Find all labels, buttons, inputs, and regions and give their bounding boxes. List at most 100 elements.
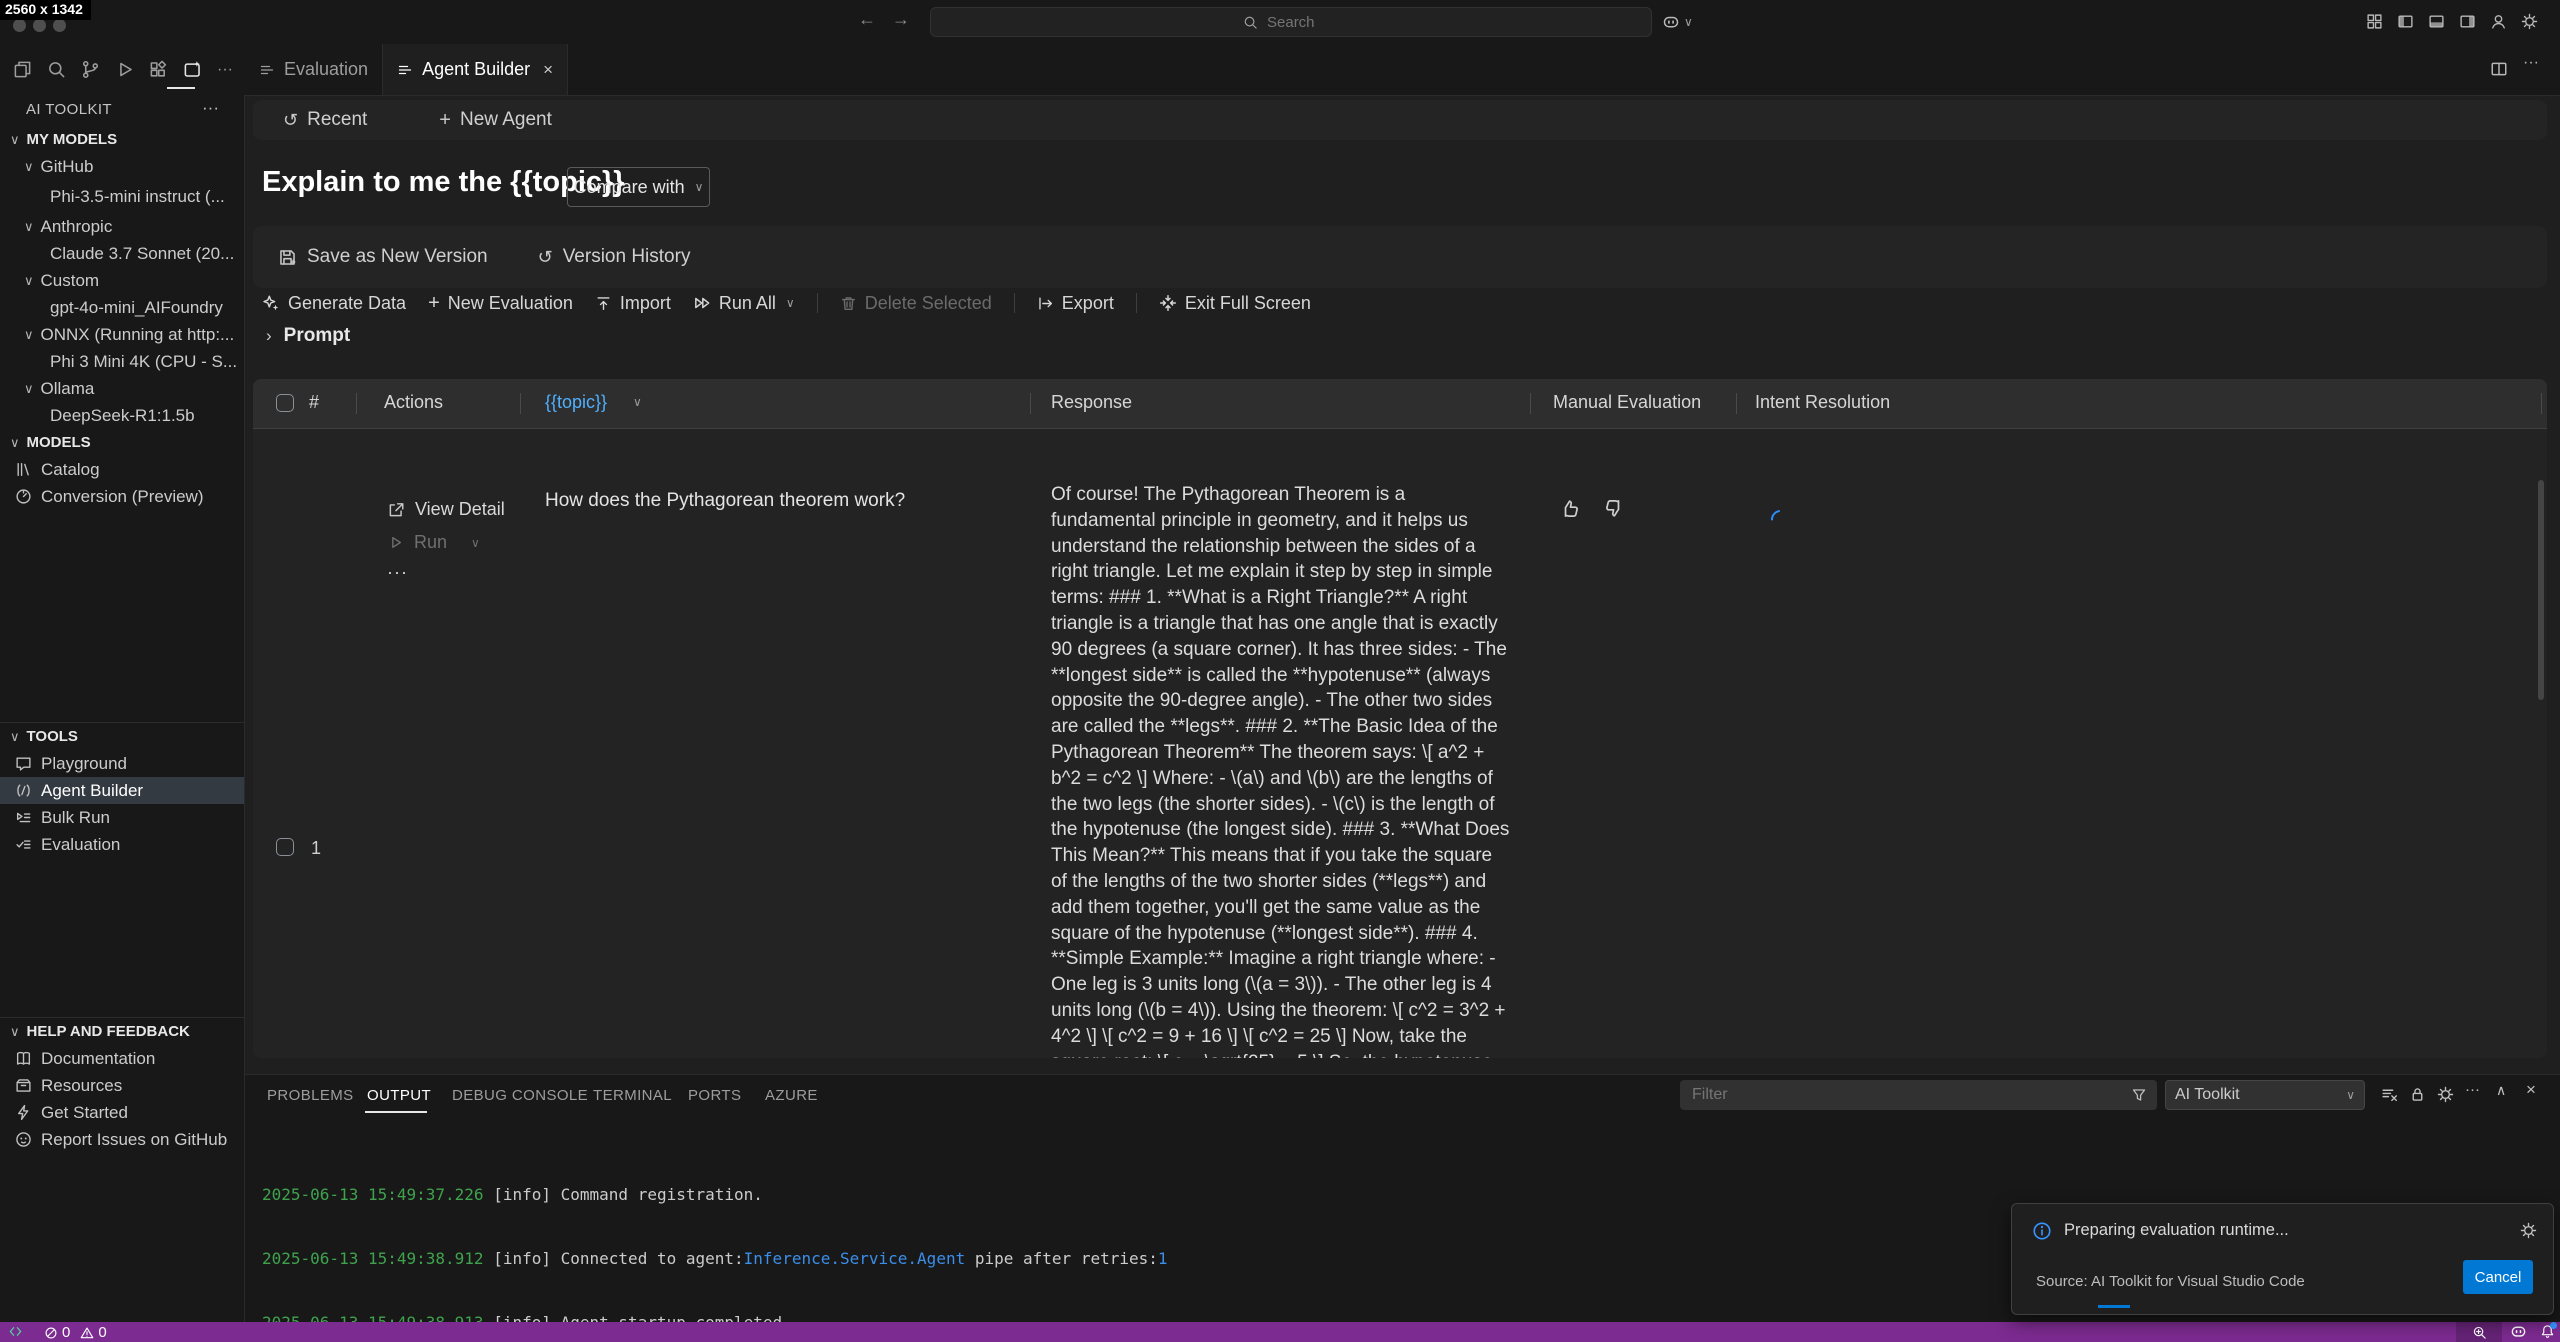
zoom-status-button[interactable] — [2456, 1322, 2502, 1342]
source-control-icon[interactable] — [81, 60, 100, 79]
tree-item-deepseek[interactable]: DeepSeek-R1:1.5b — [0, 402, 244, 429]
sidebar-item-report-issues[interactable]: Report Issues on GitHub — [0, 1126, 244, 1153]
section-models[interactable]: ∨ MODELS — [0, 429, 244, 456]
compare-with-button[interactable]: Compare with ∨ — [567, 167, 710, 207]
more-views-icon[interactable]: ··· — [217, 61, 233, 79]
row-checkbox[interactable] — [276, 838, 294, 856]
notifications-bell-button[interactable] — [2540, 1324, 2555, 1339]
filter-input[interactable] — [1690, 1085, 2131, 1105]
window-zoom-button[interactable] — [53, 19, 66, 32]
output-channel-label: AI Toolkit — [2175, 1086, 2240, 1104]
window-close-button[interactable] — [13, 19, 26, 32]
copilot-status-button[interactable] — [2510, 1323, 2527, 1340]
tree-item-gpt4omini[interactable]: gpt-4o-mini_AIFoundry — [0, 294, 244, 321]
tree-item-github[interactable]: ∨GitHub — [0, 153, 244, 180]
version-history-button[interactable]: ↺ Version History — [538, 246, 691, 268]
command-center-search[interactable] — [930, 7, 1652, 37]
nav-forward-icon[interactable]: → — [892, 9, 910, 30]
sidebar-more-actions-icon[interactable]: ··· — [202, 98, 219, 118]
settings-button[interactable] — [2521, 13, 2538, 30]
editor-more-actions-button[interactable]: ··· — [2523, 54, 2539, 72]
customize-layout-button[interactable] — [2366, 13, 2383, 30]
new-evaluation-button[interactable]: + New Evaluation — [428, 292, 573, 315]
sidebar-item-resources[interactable]: Resources — [0, 1072, 244, 1099]
panel-tab-terminal[interactable]: TERMINAL — [593, 1087, 672, 1104]
sidebar-item-agent-builder[interactable]: Agent Builder — [0, 777, 244, 804]
section-tools[interactable]: ∨ TOOLS — [0, 723, 244, 750]
section-my-models[interactable]: ∨ MY MODELS — [0, 126, 244, 153]
tree-item-catalog[interactable]: Catalog — [0, 456, 244, 483]
sidebar-item-evaluation[interactable]: Evaluation — [0, 831, 244, 858]
panel-tab-debug-console[interactable]: DEBUG CONSOLE — [452, 1087, 588, 1104]
run-all-button[interactable]: Run All — [693, 293, 776, 314]
clear-output-button[interactable] — [2381, 1086, 2398, 1103]
sidebar-item-bulk-run[interactable]: Bulk Run — [0, 804, 244, 831]
tree-item-conversion[interactable]: Conversion (Preview) — [0, 483, 244, 510]
tab-evaluation[interactable]: Evaluation — [245, 44, 383, 95]
exit-full-screen-button[interactable]: Exit Full Screen — [1159, 293, 1311, 314]
recent-button[interactable]: ↺ Recent — [283, 109, 367, 131]
toggle-panel-button[interactable] — [2428, 13, 2445, 30]
panel-tab-problems[interactable]: PROBLEMS — [267, 1087, 354, 1104]
tab-agent-builder[interactable]: Agent Builder × — [383, 44, 568, 95]
panel-tab-output[interactable]: OUTPUT — [367, 1087, 431, 1104]
generate-data-button[interactable]: Generate Data — [262, 293, 406, 314]
prompt-section-toggle[interactable]: › Prompt — [266, 325, 350, 347]
column-divider[interactable] — [520, 393, 521, 414]
column-divider[interactable] — [1736, 393, 1737, 414]
sidebar-item-playground[interactable]: Playground — [0, 750, 244, 777]
remote-indicator[interactable] — [8, 1324, 23, 1339]
tree-item-anthropic[interactable]: ∨Anthropic — [0, 213, 244, 240]
column-divider[interactable] — [1530, 393, 1531, 414]
split-editor-button[interactable] — [2490, 60, 2508, 78]
sidebar-item-documentation[interactable]: Documentation — [0, 1045, 244, 1072]
select-all-checkbox[interactable] — [276, 394, 294, 412]
cancel-button[interactable]: Cancel — [2463, 1260, 2533, 1294]
copilot-menu-button[interactable]: ∨ — [1662, 13, 1693, 31]
nav-back-icon[interactable]: ← — [858, 9, 876, 30]
thumbs-down-icon[interactable] — [1603, 498, 1624, 519]
tree-item-phi35[interactable]: Phi-3.5-mini instruct (... — [0, 180, 244, 213]
tree-item-phi3mini[interactable]: Phi 3 Mini 4K (CPU - S... — [0, 348, 244, 375]
run-all-dropdown[interactable]: ∨ — [786, 296, 795, 310]
export-button[interactable]: Export — [1037, 293, 1114, 314]
save-as-new-version-button[interactable]: Save as New Version — [278, 246, 488, 268]
view-detail-button[interactable]: View Detail — [387, 499, 505, 520]
lock-scrolling-button[interactable] — [2409, 1086, 2426, 1103]
new-agent-button[interactable]: + New Agent — [439, 109, 552, 132]
column-divider[interactable] — [356, 393, 357, 414]
sidebar-item-get-started[interactable]: Get Started — [0, 1099, 244, 1126]
row-more-actions-button[interactable]: ··· — [387, 562, 408, 583]
column-divider[interactable] — [2541, 393, 2542, 414]
ai-toolkit-icon[interactable] — [183, 60, 202, 79]
import-button[interactable]: Import — [595, 293, 671, 314]
tree-item-ollama[interactable]: ∨Ollama — [0, 375, 244, 402]
tree-item-claude[interactable]: Claude 3.7 Sonnet (20... — [0, 240, 244, 267]
account-button[interactable] — [2490, 13, 2507, 30]
close-icon[interactable]: × — [543, 60, 553, 80]
run-debug-icon[interactable] — [115, 60, 134, 79]
problems-status[interactable]: 0 0 — [44, 1324, 107, 1341]
close-panel-button[interactable]: × — [2526, 1080, 2536, 1100]
toggle-primary-sidebar-button[interactable] — [2397, 13, 2414, 30]
column-header-topic[interactable]: {{topic}} — [545, 392, 607, 413]
section-help-and-feedback[interactable]: ∨ HELP AND FEEDBACK — [0, 1018, 244, 1045]
tree-item-onnx[interactable]: ∨ONNX (Running at http:... — [0, 321, 244, 348]
maximize-panel-button[interactable]: ∧ — [2496, 1082, 2506, 1099]
panel-tab-ports[interactable]: PORTS — [688, 1087, 741, 1104]
gear-icon[interactable] — [2520, 1222, 2537, 1239]
extensions-icon[interactable] — [149, 60, 168, 79]
search-input[interactable] — [1265, 13, 1339, 32]
search-view-icon[interactable] — [47, 60, 66, 79]
panel-more-actions-button[interactable]: ··· — [2465, 1081, 2480, 1098]
output-settings-button[interactable] — [2437, 1086, 2454, 1103]
explorer-icon[interactable] — [13, 60, 32, 79]
topic-dropdown-icon[interactable]: ∨ — [633, 395, 642, 409]
panel-tab-azure[interactable]: AZURE — [765, 1087, 818, 1104]
window-minimize-button[interactable] — [33, 19, 46, 32]
toggle-secondary-sidebar-button[interactable] — [2459, 13, 2476, 30]
thumbs-up-icon[interactable] — [1560, 498, 1581, 519]
table-scrollbar[interactable] — [2538, 480, 2544, 700]
column-divider[interactable] — [1030, 393, 1031, 414]
tree-item-custom[interactable]: ∨Custom — [0, 267, 244, 294]
